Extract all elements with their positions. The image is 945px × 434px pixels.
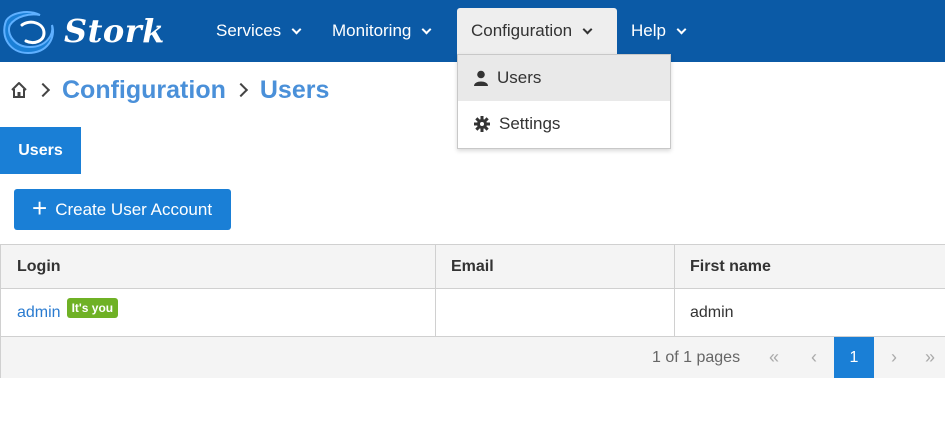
home-icon[interactable]	[10, 81, 28, 99]
chevron-down-icon	[676, 24, 687, 34]
column-header-login[interactable]: Login	[1, 245, 435, 289]
gear-icon	[474, 116, 490, 132]
app-name: Stork	[64, 12, 165, 50]
chevron-left-icon: ‹	[811, 347, 817, 367]
tab-users[interactable]: Users	[0, 127, 81, 174]
paginator: 1 of 1 pages « ‹ 1 › »	[1, 337, 945, 378]
chevron-right-icon	[35, 82, 51, 98]
create-user-account-label: Create User Account	[55, 199, 213, 219]
login-link[interactable]: admin	[17, 304, 61, 322]
nav-help[interactable]: Help	[617, 8, 699, 54]
next-page-button[interactable]: ›	[874, 337, 914, 378]
menu-item-settings-label: Settings	[499, 114, 561, 133]
table-header: Login Email First name	[1, 245, 945, 289]
tab-users-label: Users	[18, 141, 63, 159]
nav-monitoring[interactable]: Monitoring	[318, 8, 444, 54]
app-logo[interactable]: Stork	[0, 6, 165, 56]
cell-login: admin It's you	[1, 289, 435, 337]
breadcrumb-users[interactable]: Users	[260, 76, 330, 105]
chevron-down-icon	[291, 24, 302, 34]
double-chevron-left-icon: «	[768, 347, 779, 367]
menu-item-users-label: Users	[497, 68, 542, 87]
stork-logo-icon	[3, 11, 54, 55]
nav-services-label: Services	[216, 21, 282, 40]
chevron-down-icon	[421, 24, 432, 34]
breadcrumb: Configuration Users	[10, 74, 329, 106]
previous-page-button[interactable]: ‹	[794, 337, 834, 378]
its-you-badge: It's you	[66, 298, 119, 318]
configuration-dropdown: Users Settings	[457, 54, 671, 149]
cell-first-name: admin	[690, 304, 734, 321]
column-header-email[interactable]: Email	[435, 245, 674, 289]
column-divider	[435, 245, 436, 337]
last-page-button[interactable]: »	[914, 337, 945, 378]
users-table: Login Email First name admin It's you ad…	[0, 244, 945, 378]
user-icon	[474, 70, 488, 86]
nav-help-label: Help	[631, 21, 666, 40]
nav-services[interactable]: Services	[202, 8, 314, 54]
double-chevron-right-icon: »	[924, 347, 935, 367]
page-report: 1 of 1 pages	[652, 348, 741, 366]
column-divider	[674, 245, 675, 337]
nav-configuration-label: Configuration	[471, 21, 573, 40]
breadcrumb-configuration[interactable]: Configuration	[62, 76, 226, 105]
menu-item-settings[interactable]: Settings	[458, 101, 670, 147]
cell-email	[435, 289, 674, 337]
nav-configuration[interactable]: Configuration	[457, 8, 617, 54]
plus-icon: +	[32, 193, 48, 223]
create-user-account-button[interactable]: + Create User Account	[14, 189, 231, 230]
table-row: admin It's you admin	[1, 289, 945, 337]
chevron-down-icon	[582, 24, 593, 34]
chevron-right-icon	[233, 82, 248, 98]
chevron-right-icon: ›	[891, 347, 897, 367]
column-header-first-name[interactable]: First name	[674, 245, 945, 289]
nav-monitoring-label: Monitoring	[332, 21, 412, 40]
first-page-button[interactable]: «	[754, 337, 794, 378]
menu-item-users[interactable]: Users	[458, 55, 670, 101]
top-navbar: Stork Services Monitoring Configuration …	[0, 0, 945, 62]
page-button-1[interactable]: 1	[834, 337, 874, 378]
